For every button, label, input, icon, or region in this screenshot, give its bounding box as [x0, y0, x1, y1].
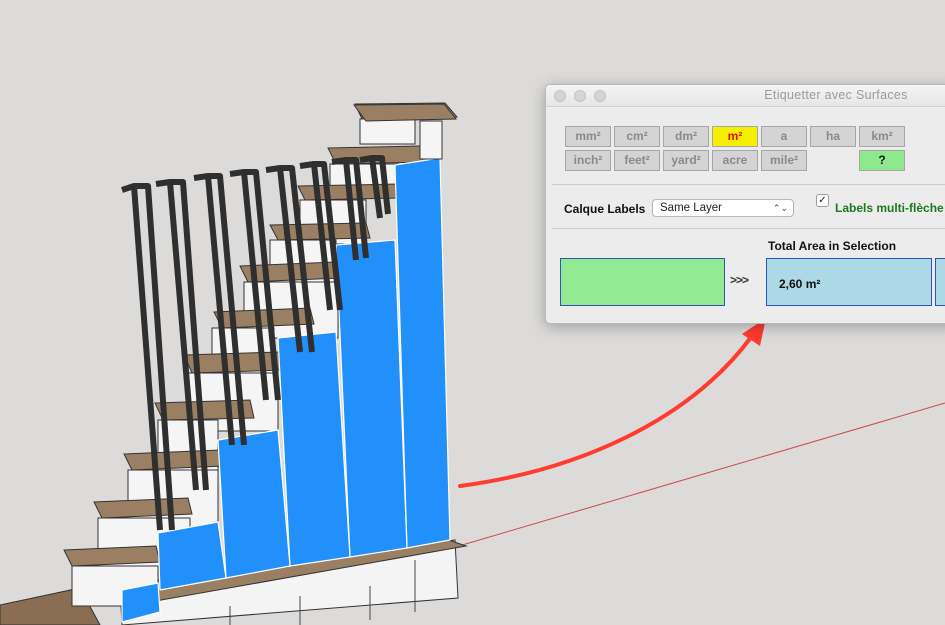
newel-cap: [353, 103, 458, 122]
help-button[interactable]: ?: [859, 150, 905, 171]
title-bar[interactable]: Etiquetter avec Surfaces: [546, 85, 945, 107]
divider: [552, 228, 945, 229]
calque-layer-select[interactable]: Same Layer ⌃⌄: [652, 199, 794, 217]
unit-dm2-button[interactable]: dm²: [663, 126, 709, 147]
multi-fleche-checkbox[interactable]: ✓: [816, 194, 829, 207]
unit-mm2-button[interactable]: mm²: [565, 126, 611, 147]
annotation-arrow: [458, 334, 754, 488]
unit-feet2-button[interactable]: feet²: [614, 150, 660, 171]
unit-yard2-button[interactable]: yard²: [663, 150, 709, 171]
unit-acre-button[interactable]: acre: [712, 150, 758, 171]
extra-output-box[interactable]: [935, 258, 945, 306]
etiquetter-dialog: Etiquetter avec Surfaces mm² cm² dm² m² …: [545, 84, 945, 324]
unit-cm2-button[interactable]: cm²: [614, 126, 660, 147]
unit-mile2-button[interactable]: mile²: [761, 150, 807, 171]
total-area-label: Total Area in Selection: [768, 239, 897, 253]
calque-labels-label: Calque Labels: [564, 202, 646, 216]
unit-ha-button[interactable]: ha: [810, 126, 856, 147]
unit-km2-button[interactable]: km²: [859, 126, 905, 147]
unit-m2-button[interactable]: m²: [712, 126, 758, 147]
select-chevron-icon: ⌃⌄: [772, 203, 788, 213]
unit-a-button[interactable]: a: [761, 126, 807, 147]
selection-input-box[interactable]: [560, 258, 725, 306]
total-area-value: 2,60 m²: [766, 258, 932, 306]
arrows-indicator: >>>: [730, 273, 749, 287]
divider: [552, 184, 945, 185]
unit-inch2-button[interactable]: inch²: [565, 150, 611, 171]
multi-fleche-label: Labels multi-flèche: [835, 201, 944, 215]
window-title: Etiquetter avec Surfaces: [764, 88, 908, 102]
calque-layer-value: Same Layer: [660, 202, 723, 214]
